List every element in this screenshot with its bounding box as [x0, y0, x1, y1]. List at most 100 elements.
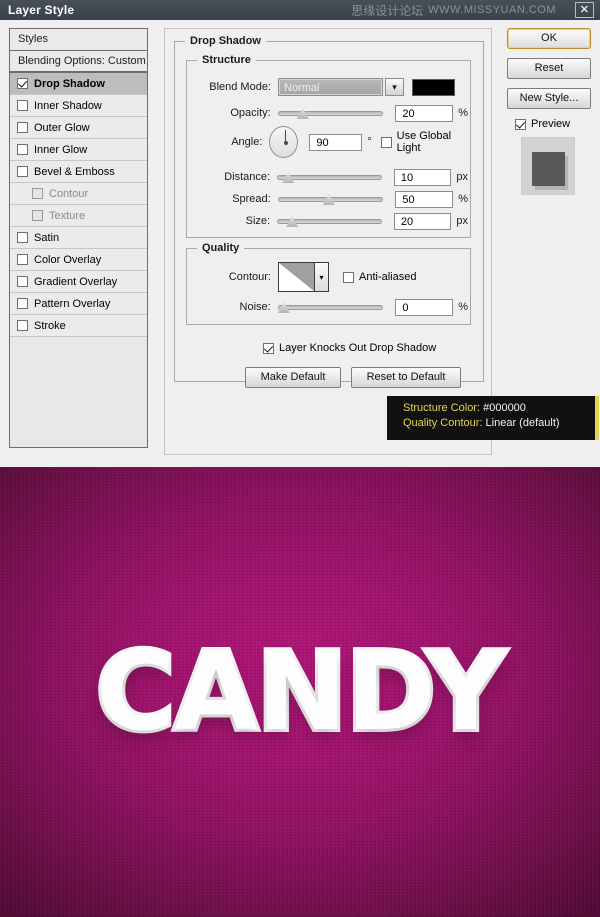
spread-row: Spread: 50 % — [187, 189, 468, 209]
effect-row-contour[interactable]: Contour — [10, 183, 147, 205]
candy-headline: CANDY — [93, 627, 508, 758]
reset-to-default-button[interactable]: Reset to Default — [351, 367, 461, 388]
effect-label: Contour — [49, 187, 89, 200]
layer-style-dialog: Layer Style 思缘设计论坛 WWW.MISSYUAN.COM ✕ St… — [0, 0, 600, 467]
watermark-url: WWW.MISSYUAN.COM — [428, 4, 556, 16]
opacity-unit: % — [458, 107, 468, 119]
effect-label: Stroke — [34, 319, 66, 332]
effect-checkbox[interactable] — [17, 254, 28, 265]
effect-label: Texture — [49, 209, 86, 222]
blending-options-item[interactable]: Blending Options: Custom — [10, 51, 147, 73]
effect-label: Outer Glow — [34, 121, 90, 134]
effect-row-inner-shadow[interactable]: Inner Shadow — [10, 95, 147, 117]
opacity-input[interactable]: 20 — [395, 104, 454, 122]
spread-slider[interactable] — [277, 192, 383, 206]
drop-shadow-group-legend: Drop Shadow — [185, 35, 266, 47]
ok-button[interactable]: OK — [507, 28, 591, 49]
effect-row-color-overlay[interactable]: Color Overlay — [10, 249, 147, 271]
dialog-actions-panel: OK Reset New Style... Preview — [507, 28, 591, 195]
preview-row[interactable]: Preview — [515, 118, 591, 130]
opacity-label: Opacity: — [230, 107, 271, 119]
distance-slider-track — [277, 175, 383, 180]
drop-shadow-group: Drop Shadow Structure Blend Mode: Normal… — [174, 35, 484, 388]
tooltip-structure-color-key: Structure Color: — [403, 402, 481, 414]
blend-mode-row: Blend Mode: Normal ▾ — [187, 77, 468, 97]
angle-row: Angle: 90 ° Use Global Light — [187, 125, 468, 159]
preview-shape — [532, 152, 565, 186]
effect-row-bevel-emboss[interactable]: Bevel & Emboss — [10, 161, 147, 183]
blend-mode-select[interactable]: Normal — [278, 78, 383, 96]
effects-list-filler — [10, 337, 147, 447]
dialog-titlebar: Layer Style 思缘设计论坛 WWW.MISSYUAN.COM ✕ — [0, 0, 600, 20]
angle-dial[interactable] — [269, 126, 299, 158]
effect-checkbox[interactable] — [17, 100, 28, 111]
quality-group: Quality Contour: ▾ Anti-aliased Noise: 0… — [186, 242, 471, 325]
effect-row-outer-glow[interactable]: Outer Glow — [10, 117, 147, 139]
preview-checkbox[interactable] — [515, 118, 526, 130]
layer-knocks-out-checkbox[interactable] — [263, 342, 274, 354]
effect-row-drop-shadow[interactable]: Drop Shadow — [10, 73, 147, 95]
effect-label: Satin — [34, 231, 60, 244]
effect-row-pattern-overlay[interactable]: Pattern Overlay — [10, 293, 147, 315]
size-unit: px — [456, 215, 468, 227]
effect-checkbox[interactable] — [17, 276, 28, 287]
angle-input[interactable]: 90 — [309, 133, 363, 151]
opacity-row: Opacity: 20 % — [187, 103, 468, 123]
angle-dial-hub — [284, 141, 289, 145]
effect-checkbox[interactable] — [17, 78, 28, 89]
effect-label: Drop Shadow — [34, 77, 105, 90]
angle-unit: ° — [367, 136, 372, 148]
anti-aliased-label: Anti-aliased — [359, 271, 417, 283]
noise-slider-track — [277, 305, 383, 310]
size-input[interactable]: 20 — [393, 212, 452, 230]
chevron-down-icon[interactable]: ▾ — [385, 78, 404, 96]
use-global-light-row[interactable]: Use Global Light — [380, 130, 468, 154]
effect-checkbox[interactable] — [17, 298, 28, 309]
new-style-button[interactable]: New Style... — [507, 88, 591, 109]
styles-list-panel: Styles Blending Options: Custom Drop Sha… — [9, 28, 148, 448]
noise-label: Noise: — [239, 301, 271, 313]
contour-preview-icon[interactable] — [278, 262, 315, 292]
effect-row-gradient-overlay[interactable]: Gradient Overlay — [10, 271, 147, 293]
opacity-slider[interactable] — [277, 106, 383, 120]
distance-input[interactable]: 10 — [393, 168, 452, 186]
use-global-light-checkbox[interactable] — [380, 136, 392, 148]
effect-row-texture[interactable]: Texture — [10, 205, 147, 227]
quality-legend: Quality — [197, 242, 245, 254]
spread-input[interactable]: 50 — [395, 190, 454, 208]
effect-row-satin[interactable]: Satin — [10, 227, 147, 249]
effect-label: Inner Glow — [34, 143, 88, 156]
noise-input[interactable]: 0 — [395, 298, 454, 316]
effects-list: Drop Shadow Inner Shadow Outer Glow Inner G… — [10, 73, 147, 337]
distance-unit: px — [456, 171, 468, 183]
effect-checkbox[interactable] — [32, 210, 43, 221]
layer-knocks-out-row[interactable]: Layer Knocks Out Drop Shadow — [263, 342, 436, 354]
layer-knocks-out-label: Layer Knocks Out Drop Shadow — [279, 342, 437, 354]
distance-slider[interactable] — [277, 170, 383, 184]
angle-label: Angle: — [231, 136, 263, 148]
effect-checkbox[interactable] — [17, 144, 28, 155]
effect-checkbox[interactable] — [17, 166, 28, 177]
effect-checkbox[interactable] — [17, 122, 28, 133]
reset-button[interactable]: Reset — [507, 58, 591, 79]
size-slider[interactable] — [277, 214, 383, 228]
anti-aliased-row[interactable]: Anti-aliased — [343, 271, 416, 283]
shadow-color-swatch[interactable] — [412, 78, 455, 96]
make-default-button[interactable]: Make Default — [245, 367, 341, 388]
close-icon[interactable]: ✕ — [575, 2, 594, 18]
structure-legend: Structure — [197, 54, 256, 66]
effect-row-stroke[interactable]: Stroke — [10, 315, 147, 337]
effect-checkbox[interactable] — [17, 232, 28, 243]
effect-checkbox[interactable] — [32, 188, 43, 199]
effect-checkbox[interactable] — [17, 320, 28, 331]
effect-row-inner-glow[interactable]: Inner Glow — [10, 139, 147, 161]
size-row: Size: 20 px — [187, 211, 468, 231]
size-label: Size: — [245, 215, 271, 227]
spread-label: Spread: — [232, 193, 271, 205]
contour-chevron-down-icon[interactable]: ▾ — [315, 262, 329, 292]
contour-picker[interactable]: ▾ — [278, 262, 329, 292]
watermark: 思缘设计论坛 WWW.MISSYUAN.COM — [351, 2, 556, 18]
styles-header[interactable]: Styles — [10, 29, 147, 51]
anti-aliased-checkbox[interactable] — [343, 271, 354, 283]
noise-slider[interactable] — [277, 300, 383, 314]
